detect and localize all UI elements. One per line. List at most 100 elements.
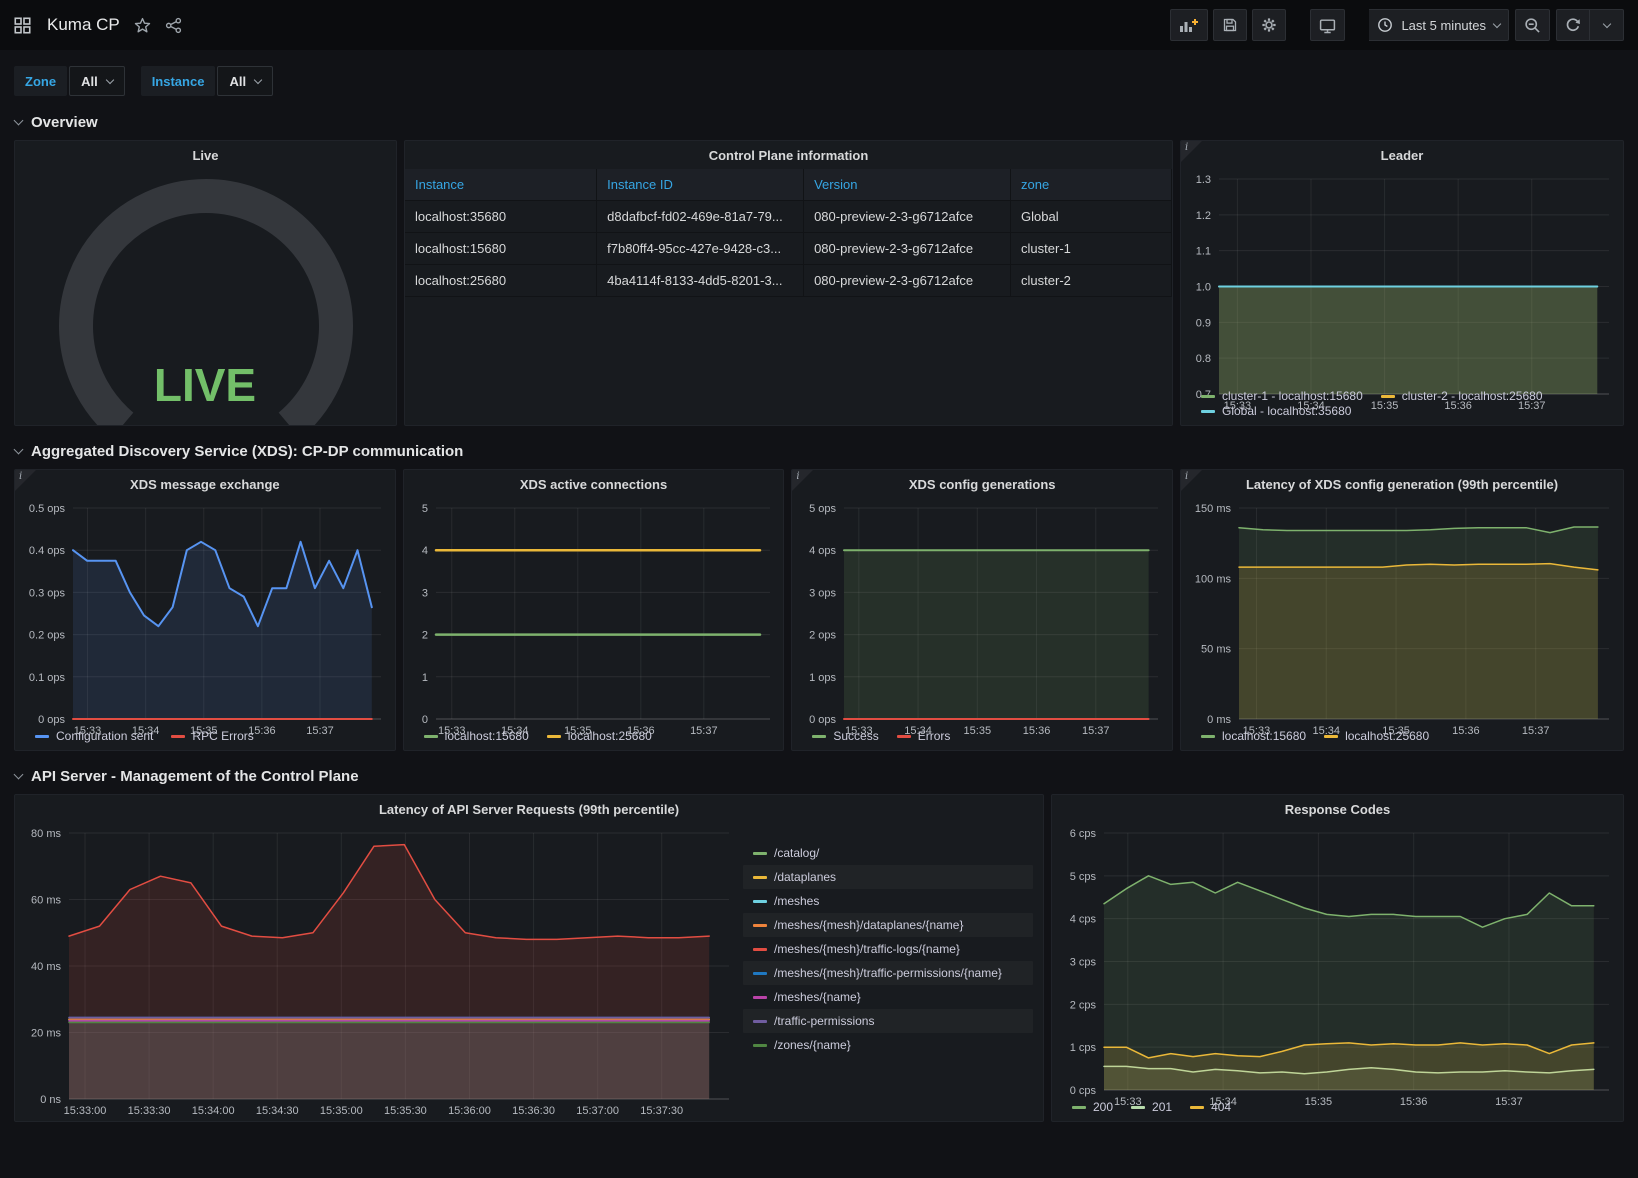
legend-series-label: /catalog/ bbox=[774, 846, 819, 860]
legend-item[interactable]: localhost:25680 bbox=[547, 729, 652, 743]
dashboard-variables-bar: Zone All Instance All bbox=[0, 50, 1638, 110]
refresh-interval-dropdown[interactable] bbox=[1590, 9, 1624, 41]
legend-item[interactable]: 201 bbox=[1131, 1100, 1172, 1114]
save-dashboard-button[interactable] bbox=[1213, 9, 1247, 41]
section-header-xds[interactable]: Aggregated Discovery Service (XDS): CP-D… bbox=[15, 443, 1624, 460]
panel-title-cp-info[interactable]: Control Plane information bbox=[405, 141, 1172, 169]
panel-title-xds-message-exchange[interactable]: XDS message exchange bbox=[15, 470, 395, 498]
legend-item[interactable]: Global - localhost:35680 bbox=[1201, 404, 1351, 418]
legend-item[interactable]: RPC Errors bbox=[171, 729, 253, 743]
apps-grid-icon[interactable] bbox=[14, 17, 31, 34]
panel-info-icon[interactable]: i bbox=[1181, 470, 1202, 491]
panel-title-leader[interactable]: Leader bbox=[1181, 141, 1623, 169]
response-codes-canvas[interactable]: 15:3315:3415:3515:3615:376 cps5 cps4 cps… bbox=[1052, 823, 1623, 1098]
star-icon[interactable] bbox=[134, 17, 151, 34]
share-icon[interactable] bbox=[165, 17, 182, 34]
cycle-view-mode-button[interactable] bbox=[1310, 9, 1345, 41]
panel-info-icon[interactable]: i bbox=[792, 470, 813, 491]
svg-text:4: 4 bbox=[422, 545, 428, 557]
svg-text:1.3: 1.3 bbox=[1196, 174, 1211, 186]
table-cell: d8dafbcf-fd02-469e-81a7-79... bbox=[597, 201, 804, 233]
legend-item[interactable]: /dataplanes bbox=[743, 865, 1033, 889]
xds-config-generations-canvas[interactable]: 15:3315:3415:3515:3615:375 ops4 ops3 ops… bbox=[792, 498, 1172, 727]
column-header[interactable]: Instance bbox=[405, 169, 597, 201]
svg-text:80 ms: 80 ms bbox=[31, 828, 61, 840]
legend-item[interactable]: cluster-2 - localhost:25680 bbox=[1381, 389, 1543, 403]
column-header[interactable]: Instance ID bbox=[597, 169, 804, 201]
svg-text:60 ms: 60 ms bbox=[31, 895, 61, 907]
table-cell: 080-preview-2-3-g6712afce bbox=[804, 201, 1011, 233]
legend-item[interactable]: /meshes/{name} bbox=[743, 985, 1033, 1009]
panel-title-response-codes[interactable]: Response Codes bbox=[1052, 795, 1623, 823]
panel-leader: Leader 15:3315:3415:3515:3615:371.31.21.… bbox=[1180, 140, 1624, 426]
dashboard-title: Kuma CP bbox=[47, 15, 120, 35]
column-header[interactable]: Version bbox=[804, 169, 1011, 201]
xds-config-generations-legend: Success Errors bbox=[792, 727, 1172, 750]
legend-item[interactable]: 404 bbox=[1190, 1100, 1231, 1114]
legend-item[interactable]: localhost:15680 bbox=[424, 729, 529, 743]
live-gauge: LIVE bbox=[15, 169, 396, 425]
column-header[interactable]: zone bbox=[1011, 169, 1172, 201]
panel-title-xds-latency[interactable]: Latency of XDS config generation (99th p… bbox=[1181, 470, 1623, 498]
xds-message-exchange-canvas[interactable]: 15:3315:3415:3515:3615:370.5 ops0.4 ops0… bbox=[15, 498, 395, 727]
svg-text:2 cps: 2 cps bbox=[1070, 999, 1097, 1011]
section-header-api[interactable]: API Server - Management of the Control P… bbox=[15, 768, 1624, 785]
time-range-picker[interactable]: Last 5 minutes bbox=[1369, 9, 1509, 41]
panel-info-icon[interactable]: i bbox=[15, 470, 36, 491]
panel-title-live[interactable]: Live bbox=[15, 141, 396, 169]
xds-active-connections-legend: localhost:15680 localhost:25680 bbox=[404, 727, 784, 750]
section-header-overview[interactable]: Overview bbox=[15, 114, 1624, 131]
legend-series-swatch bbox=[171, 735, 185, 738]
panel-info-icon[interactable]: i bbox=[1181, 141, 1202, 162]
legend-item[interactable]: localhost:25680 bbox=[1324, 729, 1429, 743]
variable-value-text: All bbox=[229, 74, 246, 89]
xds-latency-canvas[interactable]: 15:3315:3415:3515:3615:37150 ms100 ms50 … bbox=[1181, 498, 1623, 727]
panel-title-xds-config-generations[interactable]: XDS config generations bbox=[792, 470, 1172, 498]
refresh-button[interactable] bbox=[1556, 9, 1590, 41]
dashboard-settings-button[interactable] bbox=[1252, 9, 1286, 41]
svg-text:15:36:30: 15:36:30 bbox=[512, 1105, 555, 1117]
legend-series-swatch bbox=[753, 972, 767, 975]
legend-item[interactable]: /meshes/{mesh}/traffic-permissions/{name… bbox=[743, 961, 1033, 985]
zoom-out-button[interactable] bbox=[1515, 9, 1550, 41]
leader-chart-canvas[interactable]: 15:3315:3415:3515:3615:371.31.21.11.00.9… bbox=[1181, 169, 1623, 387]
filter-instance: Instance All bbox=[141, 66, 273, 96]
svg-text:3 cps: 3 cps bbox=[1070, 957, 1097, 969]
legend-series-swatch bbox=[753, 1020, 767, 1023]
add-panel-button[interactable] bbox=[1170, 9, 1208, 41]
legend-item[interactable]: /traffic-permissions bbox=[743, 1009, 1033, 1033]
legend-series-swatch bbox=[753, 900, 767, 903]
collapse-chevron-icon bbox=[14, 445, 24, 455]
api-latency-canvas[interactable]: 15:33:0015:33:3015:34:0015:34:3015:35:00… bbox=[15, 823, 743, 1121]
legend-item[interactable]: /meshes/{mesh}/dataplanes/{name} bbox=[743, 913, 1033, 937]
panel-title-xds-active-connections[interactable]: XDS active connections bbox=[404, 470, 784, 498]
legend-item[interactable]: /meshes/{mesh}/traffic-logs/{name} bbox=[743, 937, 1033, 961]
variable-value-instance-dropdown[interactable]: All bbox=[217, 66, 273, 96]
legend-series-label: localhost:25680 bbox=[1345, 729, 1429, 743]
svg-text:1.2: 1.2 bbox=[1196, 210, 1211, 222]
panel-xds-latency: Latency of XDS config generation (99th p… bbox=[1180, 469, 1624, 751]
panel-title-api-latency[interactable]: Latency of API Server Requests (99th per… bbox=[15, 795, 1043, 823]
legend-item[interactable]: localhost:15680 bbox=[1201, 729, 1306, 743]
legend-series-swatch bbox=[1190, 1106, 1204, 1109]
legend-item[interactable]: Errors bbox=[897, 729, 951, 743]
legend-item[interactable]: /catalog/ bbox=[743, 841, 1033, 865]
legend-series-swatch bbox=[897, 735, 911, 738]
legend-item[interactable]: /zones/{name} bbox=[743, 1033, 1033, 1057]
svg-text:0.3 ops: 0.3 ops bbox=[29, 587, 66, 599]
legend-series-label: Configuration sent bbox=[56, 729, 153, 743]
refresh-icon bbox=[1565, 17, 1581, 33]
xds-active-connections-canvas[interactable]: 15:3315:3415:3515:3615:37543210 bbox=[404, 498, 784, 727]
variable-value-zone-dropdown[interactable]: All bbox=[69, 66, 125, 96]
legend-item[interactable]: cluster-1 - localhost:15680 bbox=[1201, 389, 1363, 403]
legend-item[interactable]: Configuration sent bbox=[35, 729, 153, 743]
section-title: API Server - Management of the Control P… bbox=[31, 768, 359, 785]
zoom-out-icon bbox=[1524, 17, 1541, 34]
legend-series-label: /traffic-permissions bbox=[774, 1014, 874, 1028]
legend-item[interactable]: /meshes bbox=[743, 889, 1033, 913]
legend-series-swatch bbox=[1324, 735, 1338, 738]
legend-item[interactable]: 200 bbox=[1072, 1100, 1113, 1114]
table-cell: localhost:25680 bbox=[405, 265, 597, 297]
legend-item[interactable]: Success bbox=[812, 729, 878, 743]
leader-chart-legend: cluster-1 - localhost:15680 cluster-2 - l… bbox=[1181, 387, 1623, 425]
